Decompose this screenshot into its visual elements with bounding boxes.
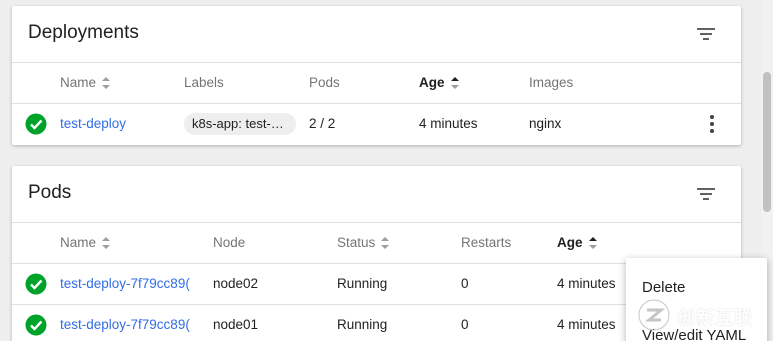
column-header-labels: Labels	[184, 75, 224, 90]
pod-name-link[interactable]: test-deploy-7f79cc89(	[60, 305, 199, 341]
column-header-node: Node	[213, 235, 246, 250]
restarts-value: 0	[461, 317, 469, 332]
status-value: Running	[337, 276, 388, 291]
age-value: 4 minutes	[557, 276, 616, 291]
column-header-status[interactable]: Status	[337, 223, 390, 263]
column-header-age-label: Age	[419, 75, 445, 90]
check-circle-icon	[25, 314, 47, 336]
age-value: 4 minutes	[419, 116, 478, 131]
label-chip: k8s-app: test-d...	[184, 113, 296, 136]
node-value: node01	[213, 317, 259, 332]
deployment-name-link[interactable]: test-deploy	[60, 104, 126, 144]
status-value: Running	[337, 317, 388, 332]
images-value: nginx	[529, 116, 562, 131]
watermark-text: 创新互联	[677, 308, 753, 328]
filter-list-icon[interactable]	[695, 185, 717, 203]
node-value: node02	[213, 276, 259, 291]
column-header-name-label: Name	[60, 75, 97, 90]
sort-icon	[381, 237, 390, 250]
scrollbar-thumb[interactable]	[763, 72, 771, 212]
pod-name-link[interactable]: test-deploy-7f79cc89(	[60, 264, 199, 304]
age-value: 4 minutes	[557, 317, 616, 332]
deployments-header-row: Name Labels Pods Age Images	[12, 63, 741, 104]
column-header-restarts: Restarts	[461, 235, 512, 250]
deployments-card-header: Deployments	[12, 6, 741, 63]
sort-icon	[588, 237, 597, 250]
watermark-logo: 创新互联	[637, 297, 767, 333]
column-header-status-label: Status	[337, 235, 376, 250]
column-header-name-label: Name	[60, 235, 97, 250]
check-circle-icon	[25, 273, 47, 295]
dashboard-page: Deployments Name Labels Pods Age Images	[0, 0, 773, 341]
deployments-card: Deployments Name Labels Pods Age Images	[12, 6, 741, 145]
filter-list-icon[interactable]	[695, 25, 717, 43]
sort-icon	[450, 77, 459, 90]
pods-card-header: Pods	[12, 166, 741, 223]
table-row: test-deploy k8s-app: test-d... 2 / 2 4 m…	[12, 104, 741, 144]
restarts-value: 0	[461, 276, 469, 291]
labels-cell: k8s-app: test-d...	[184, 104, 296, 144]
sort-icon	[102, 77, 111, 90]
more-vert-icon[interactable]	[705, 114, 719, 134]
pods-count: 2 / 2	[309, 116, 336, 131]
check-circle-icon	[25, 113, 47, 135]
watermark-emblem-icon	[638, 299, 670, 331]
pods-title: Pods	[28, 182, 72, 203]
column-header-age-label: Age	[557, 235, 583, 250]
menu-item-delete[interactable]: Delete	[642, 279, 685, 296]
column-header-age[interactable]: Age	[419, 63, 460, 103]
column-header-images: Images	[529, 75, 574, 90]
column-header-pods: Pods	[309, 75, 340, 90]
column-header-age[interactable]: Age	[557, 223, 598, 263]
column-header-name[interactable]: Name	[60, 223, 111, 263]
sort-icon	[102, 237, 111, 250]
column-header-name[interactable]: Name	[60, 63, 111, 103]
deployments-title: Deployments	[28, 22, 139, 43]
